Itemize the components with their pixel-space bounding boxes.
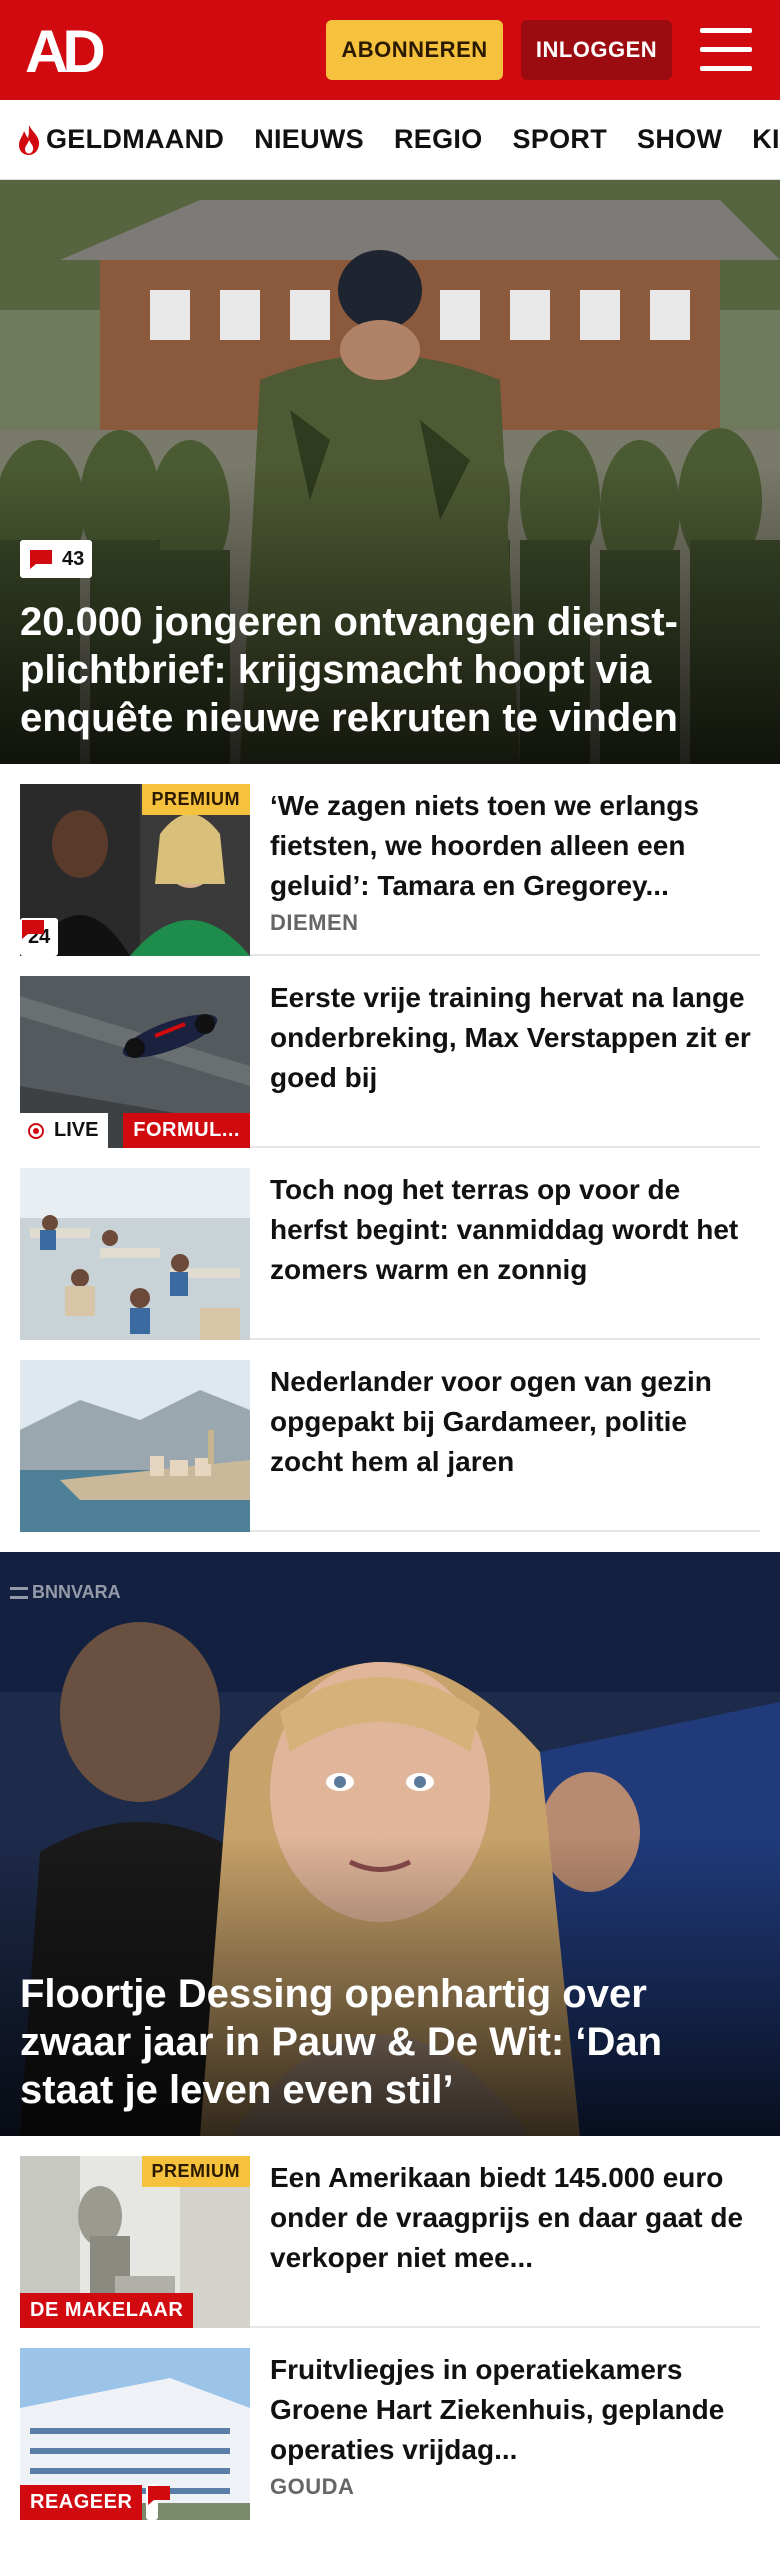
comment-count: 43 [62, 547, 85, 570]
article-title[interactable]: Een Amerikaan biedt 145.000 euro onder d… [270, 2158, 760, 2278]
broadcaster-watermark: BNNVARA [10, 1582, 121, 1603]
watermark-text: BNNVARA [32, 1582, 121, 1602]
nav-label: NIEUWS [254, 124, 364, 154]
nav-item-sport[interactable]: SPORT [513, 124, 608, 155]
thumbnail-image [20, 1168, 250, 1340]
nav-label: GELDMAAND [46, 124, 225, 154]
comment-icon [30, 550, 52, 569]
thumbnail-image [20, 1360, 250, 1532]
article-location: GOUDA [270, 2474, 355, 2499]
hero-article[interactable]: BNNVARA Floortje Dessing openhartig over… [0, 1552, 780, 2136]
list-item[interactable]: REAGEER Fruitvliegjes in operatiekamers … [20, 2328, 760, 2520]
nav-label: SPORT [512, 124, 608, 154]
article-thumbnail [20, 1168, 250, 1340]
ad-logo[interactable]: AD [25, 22, 115, 78]
nav-label: REGIO [394, 124, 483, 154]
react-label[interactable]: REAGEER [20, 2485, 143, 2520]
list-item[interactable]: LIVE FORMUL... Eerste vrije training her… [20, 956, 760, 1148]
article-title[interactable]: Nederlander voor ogen van gezin opgepakt… [270, 1362, 760, 1482]
nav-item-geldmaand[interactable]: GELDMAAND [16, 124, 224, 156]
comment-count-badge[interactable]: 24 [20, 918, 59, 956]
nav-item-nieuws[interactable]: NIEUWS [254, 124, 364, 155]
article-thumbnail: PREMIUM DE MAKELAAR [20, 2156, 250, 2328]
svg-text:AD: AD [25, 22, 103, 78]
nav-item-kijk[interactable]: KIJK [752, 124, 780, 155]
article-title[interactable]: Fruitvliegjes in operatiekamers Groene H… [270, 2350, 760, 2470]
list-item[interactable]: PREMIUM DE MAKELAAR Een Amerikaan biedt … [20, 2136, 760, 2328]
list-item[interactable]: PREMIUM 24 ‘We zagen niets toen we erlan… [20, 764, 760, 956]
comment-count-badge[interactable]: 43 [20, 540, 93, 578]
live-badge: LIVE [20, 1113, 109, 1148]
article-thumbnail: LIVE FORMUL... [20, 976, 250, 1148]
category-label[interactable]: FORMUL... [123, 1113, 250, 1148]
nav-label: KIJK [752, 124, 780, 154]
list-item[interactable]: Nederlander voor ogen van gezin opgepakt… [20, 1340, 760, 1532]
login-button[interactable]: INLOGGEN [521, 20, 672, 80]
article-thumbnail: REAGEER [20, 2348, 250, 2520]
article-title[interactable]: ‘We zagen niets toen we erlangs fietsten… [270, 786, 760, 906]
live-label: LIVE [54, 1119, 99, 1141]
nav-item-show[interactable]: SHOW [637, 124, 722, 155]
premium-badge: PREMIUM [141, 784, 250, 815]
category-label[interactable]: DE MAKELAAR [20, 2293, 194, 2328]
hero-headline[interactable]: Floortje Dessing openhartig over zwaar j… [20, 1970, 760, 2114]
subscribe-button[interactable]: ABONNEREN [326, 20, 503, 80]
comment-icon [148, 2486, 170, 2505]
section-nav: GELDMAAND NIEUWS REGIO SPORT SHOW KIJK [0, 100, 780, 180]
comment-button[interactable] [146, 2484, 170, 2520]
article-thumbnail [20, 1360, 250, 1532]
article-location: DIEMEN [270, 910, 359, 935]
nav-label: SHOW [637, 124, 723, 154]
nav-item-regio[interactable]: REGIO [394, 124, 483, 155]
premium-badge: PREMIUM [141, 2156, 250, 2187]
article-title[interactable]: Toch nog het terras op voor de herfst be… [270, 1170, 760, 1290]
hero-article[interactable]: 43 20.000 jongeren ontvangen dienst­plic… [0, 180, 780, 764]
article-title[interactable]: Eerste vrije training hervat na lange on… [270, 978, 760, 1098]
list-item[interactable]: Toch nog het terras op voor de herfst be… [20, 1148, 760, 1340]
comment-icon [22, 920, 44, 939]
live-dot-icon [28, 1122, 44, 1139]
top-bar: AD ABONNEREN INLOGGEN [0, 0, 780, 100]
hamburger-icon[interactable] [700, 28, 752, 72]
hero-headline[interactable]: 20.000 jongeren ontvangen dienst­plichtb… [20, 598, 760, 742]
article-thumbnail: PREMIUM 24 [20, 784, 250, 956]
flame-icon [19, 124, 40, 155]
